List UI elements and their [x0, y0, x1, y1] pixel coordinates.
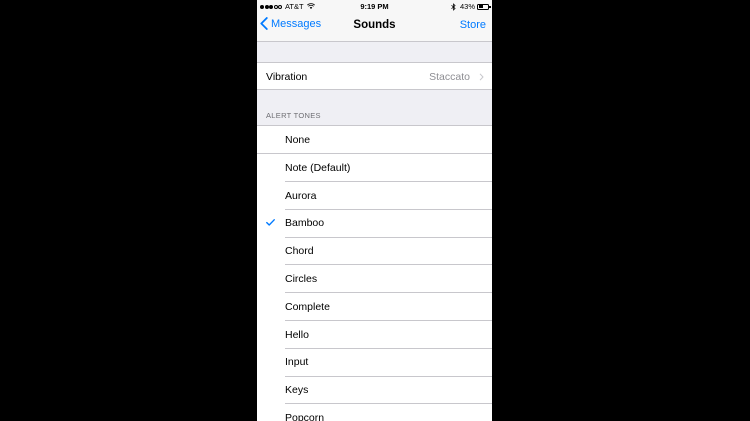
tone-label: Input	[285, 356, 309, 369]
tone-label: Aurora	[285, 189, 317, 202]
checkmark-icon	[266, 219, 275, 227]
tone-item[interactable]: Bamboo	[257, 209, 492, 237]
tone-item[interactable]: Popcorn	[257, 404, 492, 421]
tone-item[interactable]: Hello	[257, 321, 492, 349]
tone-item[interactable]: Chord	[257, 237, 492, 265]
vibration-label: Vibration	[266, 71, 308, 83]
tone-label: Popcorn	[285, 411, 325, 421]
tone-item[interactable]: Keys	[257, 376, 492, 404]
bluetooth-icon	[451, 2, 456, 11]
tone-label: Note (Default)	[285, 161, 351, 174]
alert-tones-header: ALERT TONES	[266, 111, 321, 120]
tone-label: Chord	[285, 245, 314, 258]
battery-level	[478, 5, 483, 8]
phone-screen: AT&T 9:19 PM 43% Messages Sounds Store V…	[257, 0, 492, 421]
battery-percentage: 43%	[459, 2, 475, 11]
tone-label: Circles	[285, 272, 318, 285]
tone-label: Bamboo	[285, 217, 325, 230]
chevron-right-icon	[479, 73, 484, 81]
vibration-row[interactable]: Vibration Staccato	[257, 62, 492, 90]
store-button[interactable]: Store	[460, 19, 486, 31]
tone-item[interactable]: None	[257, 126, 492, 154]
tone-item[interactable]: Circles	[257, 265, 492, 293]
alert-tones-list: None Note (Default) Aurora Bamboo Chord Circl…	[257, 125, 492, 421]
status-right: 43%	[451, 2, 491, 11]
tone-label: None	[285, 134, 311, 146]
tone-label: Complete	[285, 300, 330, 313]
tone-item[interactable]: Input	[257, 348, 492, 376]
vibration-value: Staccato	[429, 71, 470, 83]
tone-item[interactable]: Note (Default)	[257, 154, 492, 182]
page-title: Sounds	[353, 19, 396, 31]
battery-icon	[477, 3, 491, 10]
navigation-bar: Messages Sounds Store	[257, 13, 492, 42]
tone-label: Keys	[285, 384, 309, 397]
status-bar: AT&T 9:19 PM 43%	[257, 0, 492, 13]
tone-item[interactable]: Complete	[257, 293, 492, 321]
tone-label: Hello	[285, 328, 309, 341]
tone-item[interactable]: Aurora	[257, 182, 492, 210]
